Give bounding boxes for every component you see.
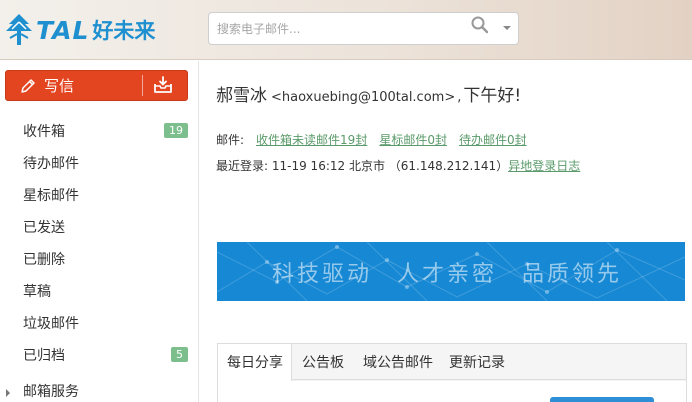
banner-slogan: 科技驱动 人才亲密 品质领先 [272,262,623,287]
promo-banner[interactable]: 科技驱动 人才亲密 品质领先 [217,242,685,301]
sidebar-item-archived[interactable]: 已归档 5 [0,339,198,371]
last-login-label: 最近登录: [216,159,269,173]
sidebar-item-label: 草稿 [23,284,51,300]
unread-inbox-link[interactable]: 收件箱未读邮件19封 [256,133,367,147]
tab-label: 更新记录 [449,355,505,371]
sidebar-item-inbox[interactable]: 收件箱 19 [0,115,198,147]
sidebar: 写信 收件箱 19 待办邮件 星标邮件 已发送 已删除 草稿 垃圾邮件 已归档 … [0,61,199,402]
tab-content-button[interactable] [550,397,654,402]
pencil-icon [21,78,35,93]
tab-label: 公告板 [302,355,344,371]
last-login-info: 11-19 16:12 北京市 （61.148.212.141） [271,159,509,173]
tab-content [218,381,686,402]
logo-cn-text: 好未来 [92,19,156,43]
tab-label: 域公告邮件 [363,355,433,371]
user-email: <haoxuebing@100tal.com> [271,90,456,105]
info-tabs-panel: 每日分享 公告板 域公告邮件 更新记录 [217,343,687,402]
tab-changelog[interactable]: 更新记录 [449,344,505,380]
greeting-text: 下午好! [463,86,522,106]
tab-daily-share[interactable]: 每日分享 [218,344,292,381]
compose-divider [142,75,143,96]
sidebar-item-label: 收件箱 [23,124,65,140]
tab-notice-board[interactable]: 公告板 [302,344,344,380]
greeting-comma: , [457,90,462,105]
sidebar-item-drafts[interactable]: 草稿 [0,275,198,307]
sidebar-item-mail-services[interactable]: 邮箱服务 [0,375,198,402]
sidebar-item-sent[interactable]: 已发送 [0,211,198,243]
sidebar-item-spam[interactable]: 垃圾邮件 [0,307,198,339]
compose-button[interactable]: 写信 [5,70,188,101]
sidebar-item-label: 待办邮件 [23,156,79,172]
search-input[interactable] [217,19,467,39]
chevron-down-icon[interactable] [503,26,511,30]
sidebar-item-label: 已发送 [23,220,65,236]
chevron-right-icon[interactable] [6,389,10,397]
top-header: TAL 好未来 [0,0,692,60]
greeting-line: 郝雪冰 <haoxuebing@100tal.com>, 下午好! [216,81,521,106]
user-name: 郝雪冰 [216,86,267,106]
sidebar-item-label: 已归档 [23,348,65,364]
sidebar-item-todo[interactable]: 待办邮件 [0,147,198,179]
tab-bar: 每日分享 公告板 域公告邮件 更新记录 [218,344,686,381]
starred-mail-link[interactable]: 星标邮件0封 [379,133,447,147]
sidebar-item-label: 垃圾邮件 [23,316,79,332]
mail-summary-label: 邮件: [216,133,245,147]
search-icon[interactable] [471,16,489,34]
sidebar-item-starred[interactable]: 星标邮件 [0,179,198,211]
mail-summary: 邮件: 收件箱未读邮件19封 星标邮件0封 待办邮件0封 [216,131,527,148]
tab-domain-notice-mail[interactable]: 域公告邮件 [363,344,433,380]
logo[interactable]: TAL 好未来 [4,12,155,48]
sidebar-item-deleted[interactable]: 已删除 [0,243,198,275]
main-content: 郝雪冰 <haoxuebing@100tal.com>, 下午好! 邮件: 收件箱未读… [200,61,692,402]
sidebar-item-label: 已删除 [23,252,65,268]
unread-count-badge: 19 [164,123,188,138]
tab-label: 每日分享 [227,355,283,371]
remote-login-log-link[interactable]: 异地登录日志 [508,159,580,173]
logo-text: TAL [36,15,90,45]
archived-count-badge: 5 [171,347,188,362]
compose-main[interactable]: 写信 [6,71,142,100]
todo-mail-link[interactable]: 待办邮件0封 [459,133,527,147]
sidebar-item-label: 星标邮件 [23,188,79,204]
compose-label: 写信 [44,77,75,95]
sidebar-item-label: 邮箱服务 [23,384,79,400]
tree-logo-icon [6,14,32,45]
inbox-tray-icon[interactable] [153,76,173,95]
last-login: 最近登录: 11-19 16:12 北京市 （61.148.212.141）异地… [216,157,580,174]
